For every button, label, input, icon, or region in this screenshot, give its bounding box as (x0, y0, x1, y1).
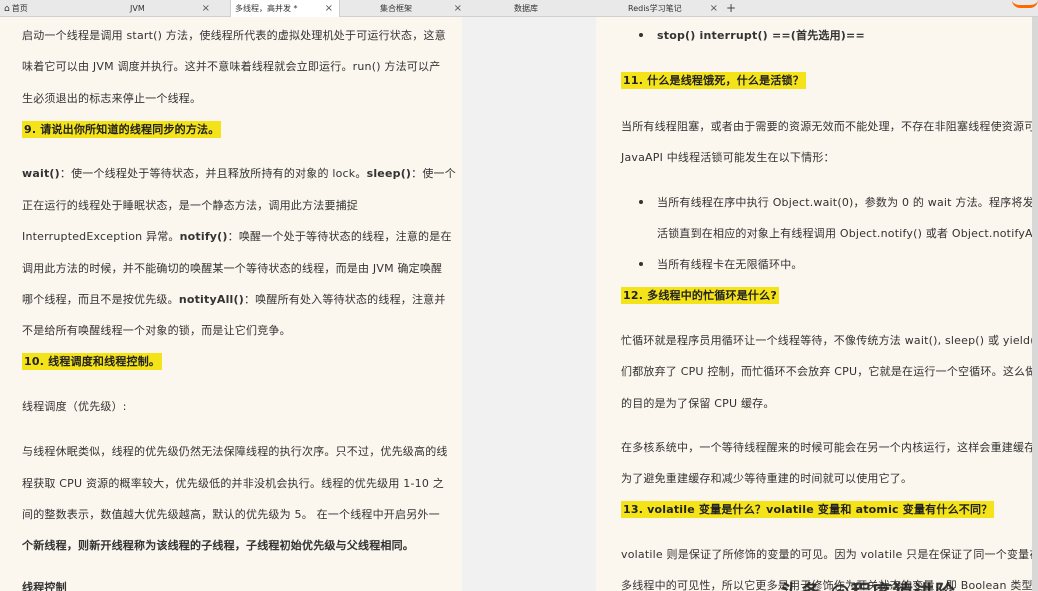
bullet-icon (639, 33, 643, 37)
tab-database[interactable]: 数据库 (510, 0, 600, 17)
watermark-text: 头条 @程序猿进阶 (780, 576, 956, 591)
paragraph-line: 的目的是为了保留 CPU 缓存。 (621, 397, 775, 410)
new-tab-button[interactable]: + (726, 0, 736, 17)
section-heading-9: 9. 请说出你所知道的线程同步的方法。 (22, 121, 222, 138)
paragraph-line: 启动一个线程是调用 start() 方法，使线程所代表的虚拟处理机处于可运行状态… (22, 29, 446, 42)
paragraph-line: 与线程休眠类似，线程的优先级仍然无法保障线程的执行次序。只不过，优先级高的线 (22, 445, 448, 458)
paragraph-line: 程获取 CPU 资源的概率较大，优先级低的并非没机会执行。线程的优先级用 1-1… (22, 477, 444, 490)
bullet-item: 活锁直到在相应的对象上有线程调用 Object.notify() 或者 Obje… (657, 227, 1038, 240)
tab-jvm[interactable]: JVM × (126, 0, 216, 17)
left-page: 启动一个线程是调用 start() 方法，使线程所代表的虚拟处理机处于可运行状态… (0, 17, 462, 591)
heading-text: 10. 线程调度和线程控制。 (22, 353, 163, 370)
text: ：使一个线程处于等待状态，并且释放所持有的对象的 lock。 (59, 167, 367, 180)
paragraph-line: 们都放弃了 CPU 控制，而忙循环不会放弃 CPU，它就是在运行一个空循环。这么… (621, 365, 1037, 378)
paragraph-line: 不是给所有唤醒线程一个对象的锁，而是让它们竞争。 (22, 324, 291, 337)
heading-text: 13. volatile 变量是什么？volatile 变量和 atomic 变… (621, 501, 995, 518)
heading-text: 9. 请说出你所知道的线程同步的方法。 (22, 121, 222, 138)
tab-redis[interactable]: Redis学习笔记 × (624, 0, 724, 17)
tab-label: JVM (130, 4, 145, 13)
paragraph-line: 个新线程，则新开线程称为该线程的子线程，子线程初始优先级与父线程相同。 (22, 539, 414, 552)
bullet-item: 当所有线程卡在无限循环中。 (657, 258, 803, 271)
tab-label: 首页 (11, 4, 28, 13)
section-heading-10: 10. 线程调度和线程控制。 (22, 353, 163, 370)
close-icon[interactable]: × (202, 0, 210, 17)
tab-home[interactable]: ⌂ 首页 (0, 0, 112, 17)
paragraph-line: InterruptedException 异常。notify()：唤醒一个处于等… (22, 228, 452, 244)
text: ：使一个 (411, 167, 456, 180)
paragraph-line: 线程调度（优先级）: (22, 400, 127, 413)
bullet-item: stop() interrupt() ==(首先选用)== (657, 29, 865, 42)
home-icon: ⌂ (4, 4, 10, 14)
paragraph-line: 当所有线程阻塞，或者由于需要的资源无效而不能处理，不存在非阻塞线程使资源可用。 (621, 120, 1038, 133)
paragraph-line: JavaAPI 中线程活锁可能发生在以下情形： (621, 151, 835, 164)
bullet-icon (639, 262, 643, 266)
paragraph-line: 为了避免重建缓存和减少等待重建的时间就可以使用它了。 (621, 472, 913, 485)
heading-text: 12. 多线程中的忙循环是什么? (621, 287, 779, 304)
paragraph-line: 间的整数表示，数值越大优先级越高，默认的优先级为 5。 在一个线程中开启另外一 (22, 508, 440, 521)
paragraph-line: wait()：使一个线程处于等待状态，并且释放所持有的对象的 lock。slee… (22, 165, 456, 181)
close-icon[interactable]: × (325, 0, 333, 17)
page-gutter (462, 17, 596, 591)
tab-label: 数据库 (514, 4, 538, 13)
tab-multithreading[interactable]: 多线程，高并发 * × (230, 0, 340, 17)
heading-text: 11. 什么是线程饿死，什么是活锁？ (621, 72, 806, 89)
section-heading-13: 13. volatile 变量是什么？volatile 变量和 atomic 变… (621, 501, 995, 518)
scrollbar[interactable] (1032, 17, 1038, 591)
paragraph-line: volatile 则是保证了所修饰的变量的可见。因为 volatile 只是在保… (621, 548, 1038, 561)
text: 哪个线程，而且不是按优先级。 (22, 293, 179, 306)
tab-collections[interactable]: 集合框架 × (376, 0, 468, 17)
tab-bar: ⌂ 首页 JVM × 多线程，高并发 * × 集合框架 × 数据库 Redis学习… (0, 0, 1038, 17)
close-icon[interactable]: × (710, 0, 718, 17)
method-name: notify() (179, 230, 228, 243)
method-name: wait() (22, 167, 60, 180)
bullet-item: 当所有线程在序中执行 Object.wait(0)，参数为 0 的 wait 方… (657, 196, 1038, 209)
tab-label: Redis学习笔记 (628, 4, 682, 13)
close-icon[interactable]: × (454, 0, 462, 17)
paragraph-line: 忙循环就是程序员用循环让一个线程等待，不像传统方法 wait(), sleep(… (621, 334, 1038, 347)
paragraph-line: 味着它可以由 JVM 调度并执行。这并不意味着线程就会立即运行。run() 方法… (22, 60, 441, 73)
brand-logo-icon (1012, 0, 1038, 8)
method-name: notityAll() (178, 293, 244, 306)
paragraph-line: 正在运行的线程处于睡眠状态，是一个静态方法，调用此方法要捕捉 (22, 199, 358, 212)
text: InterruptedException 异常。 (22, 230, 180, 243)
text: ：唤醒一个处于等待状态的线程，注意的是在 (227, 230, 452, 243)
paragraph-line: 在多核系统中，一个等待线程醒来的时候可能会在另一个内核运行，这样会重建缓存。 (621, 441, 1038, 454)
right-page: stop() interrupt() ==(首先选用)== 11. 什么是线程饿… (596, 17, 1038, 591)
method-name: sleep() (366, 167, 412, 180)
tab-label: 多线程，高并发 * (235, 4, 298, 13)
text: ：唤醒所有处入等待状态的线程，注意并 (243, 293, 446, 306)
section-heading-12: 12. 多线程中的忙循环是什么? (621, 287, 779, 304)
paragraph-line: 调用此方法的时候，并不能确切的唤醒某一个等待状态的线程，而是由 JVM 确定唤醒 (22, 262, 443, 275)
bullet-icon (639, 200, 643, 204)
section-heading-control: 线程控制 (22, 581, 67, 591)
paragraph-line: 哪个线程，而且不是按优先级。notityAll()：唤醒所有处入等待状态的线程，… (22, 291, 446, 307)
paragraph-line: 生必须退出的标志来停止一个线程。 (22, 92, 202, 105)
section-heading-11: 11. 什么是线程饿死，什么是活锁？ (621, 72, 806, 89)
tab-label: 集合框架 (380, 4, 412, 13)
